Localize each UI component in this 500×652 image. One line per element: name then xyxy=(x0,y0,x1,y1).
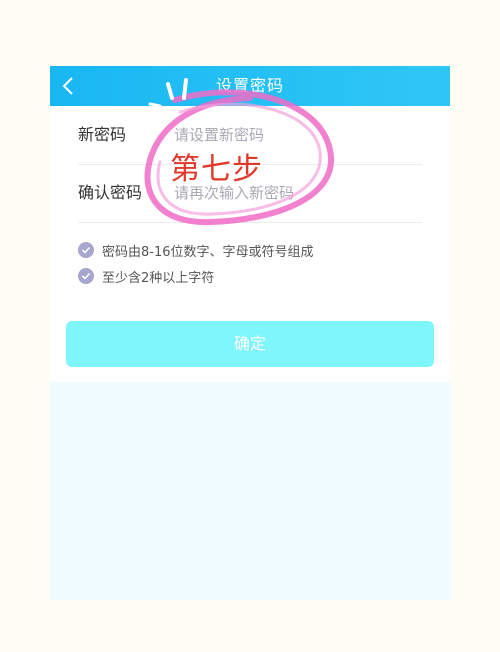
nav-bar: 设置密码 xyxy=(50,66,450,106)
step-annotation: 第七步 xyxy=(170,152,263,187)
password-rule-length: 密码由8-16位数字、字母或符号组成 xyxy=(78,240,314,260)
page-title: 设置密码 xyxy=(215,76,284,95)
rule-text: 至少含2种以上字符 xyxy=(102,270,215,286)
check-circle-icon xyxy=(78,268,94,284)
confirm-button[interactable]: 确定 xyxy=(66,321,434,367)
password-rule-char-types: 至少含2种以上字符 xyxy=(78,266,214,286)
confirm-password-label: 确认密码 xyxy=(78,183,143,202)
new-password-label: 新密码 xyxy=(78,125,127,144)
check-circle-icon xyxy=(78,242,94,258)
blank-panel xyxy=(50,382,450,600)
rule-text: 密码由8-16位数字、字母或符号组成 xyxy=(102,244,314,260)
